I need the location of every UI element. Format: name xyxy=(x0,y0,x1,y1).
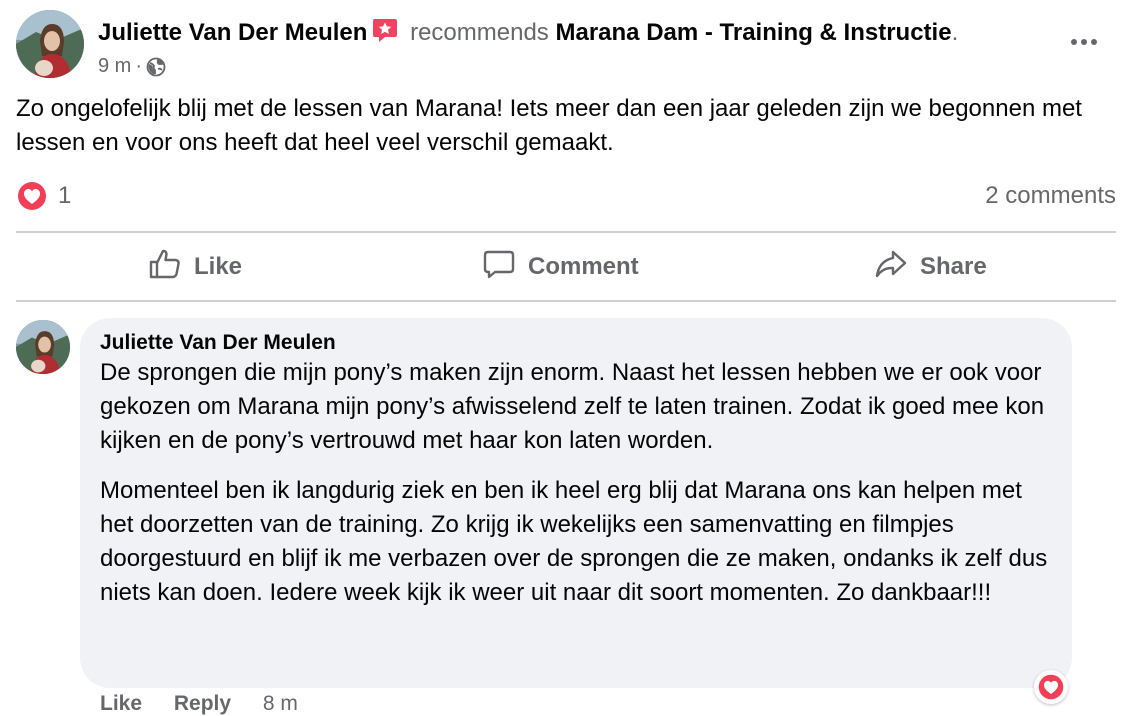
comment-like-link[interactable]: Like xyxy=(100,692,142,715)
like-label: Like xyxy=(194,253,243,280)
post-header-text: Juliette Van Der Meulen recommends Maran… xyxy=(98,16,958,78)
page-suffix: . xyxy=(951,19,959,46)
globe-icon[interactable] xyxy=(146,57,166,77)
meta-separator: · xyxy=(135,55,143,77)
like-button[interactable]: Like xyxy=(148,234,242,300)
post-meta: 9 m · xyxy=(98,55,958,78)
comment-bubble: Juliette Van Der Meulen De sprongen die … xyxy=(80,318,1072,688)
share-arrow-icon xyxy=(874,247,908,288)
heart-reaction-icon[interactable] xyxy=(16,180,48,212)
post-actions: Like Comment Share xyxy=(16,234,1116,300)
author-avatar[interactable] xyxy=(16,10,84,78)
comment-paragraph-2: Momenteel ben ik langdurig ziek en ben i… xyxy=(100,477,1048,606)
commenter-avatar[interactable] xyxy=(16,320,70,374)
author-line: Juliette Van Der Meulen recommends Maran… xyxy=(98,16,958,47)
comment-author-name[interactable]: Juliette Van Der Meulen xyxy=(100,330,1052,356)
recommends-label: recommends xyxy=(410,19,549,46)
more-options-button[interactable] xyxy=(1066,28,1102,56)
post-header: Juliette Van Der Meulen recommends Maran… xyxy=(16,10,1116,80)
thumbs-up-icon xyxy=(148,247,182,288)
comment-time[interactable]: 8 m xyxy=(263,692,298,715)
post-text: Zo ongelofelijk blij met de lessen van M… xyxy=(16,95,1082,156)
reaction-count[interactable]: 1 xyxy=(58,182,71,210)
recommend-star-icon xyxy=(371,16,399,44)
reactions-summary: 1 2 comments xyxy=(16,178,1116,214)
share-label: Share xyxy=(920,253,987,280)
comment-label: Comment xyxy=(528,253,639,280)
comment-paragraph-1: De sprongen die mijn pony’s maken zijn e… xyxy=(100,359,1045,454)
comment-reply-link[interactable]: Reply xyxy=(174,692,231,715)
comment-count-link[interactable]: 2 comments xyxy=(985,182,1116,210)
divider-bottom xyxy=(16,300,1116,302)
author-name[interactable]: Juliette Van Der Meulen xyxy=(98,19,367,46)
comment-button[interactable]: Comment xyxy=(482,234,639,300)
comment-heart-reaction-icon[interactable] xyxy=(1034,670,1068,704)
recommended-page-link[interactable]: Marana Dam - Training & Instructie xyxy=(555,19,951,46)
share-button[interactable]: Share xyxy=(874,234,987,300)
post-time[interactable]: 9 m xyxy=(98,55,131,78)
comment-actions: Like Reply 8 m xyxy=(100,692,324,716)
divider-top xyxy=(16,231,1116,233)
speech-bubble-icon xyxy=(482,247,516,288)
